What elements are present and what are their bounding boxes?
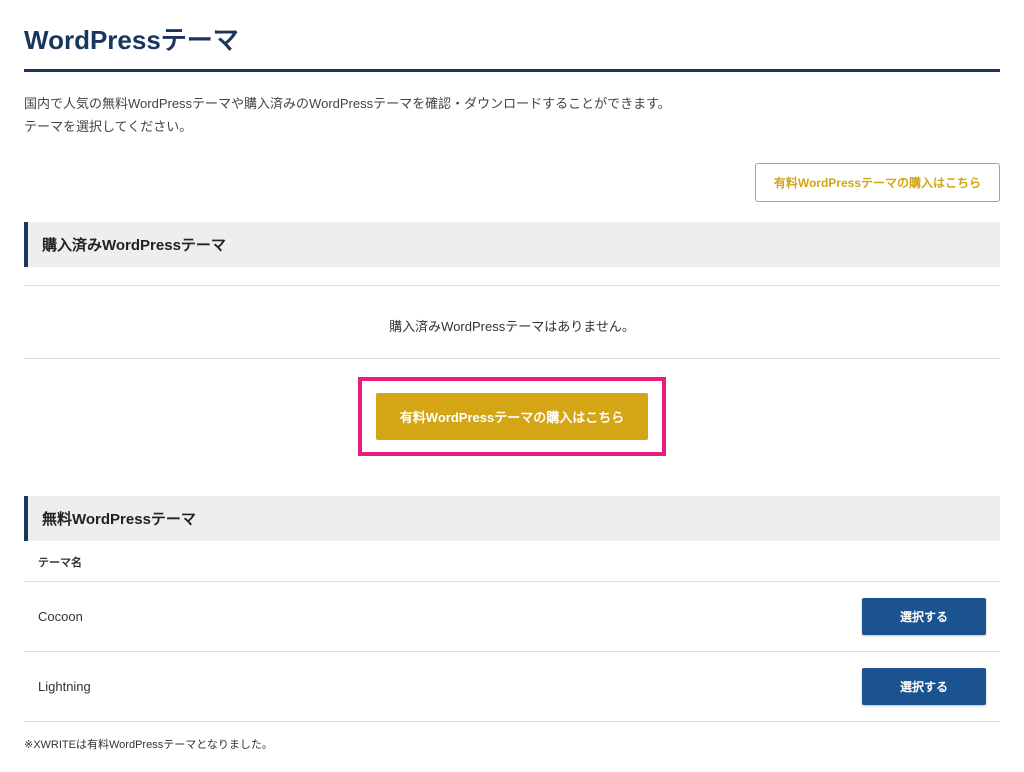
highlight-box: 有料WordPressテーマの購入はこちら [358,377,666,456]
theme-name: Cocoon [38,609,83,624]
column-header-theme-name: テーマ名 [38,557,82,569]
column-header-row: テーマ名 [24,547,1000,581]
page-title: WordPressテーマ [24,20,1000,72]
purchased-themes-section: 購入済みWordPressテーマ 購入済みWordPressテーマはありません。… [24,222,1000,456]
select-theme-button[interactable]: 選択する [862,598,986,635]
purchase-paid-theme-top-button[interactable]: 有料WordPressテーマの購入はこちら [755,163,1000,202]
purchase-paid-theme-main-button[interactable]: 有料WordPressテーマの購入はこちら [376,393,648,440]
top-button-row: 有料WordPressテーマの購入はこちら [24,163,1000,202]
purchased-themes-header: 購入済みWordPressテーマ [24,222,1000,267]
highlight-button-wrap: 有料WordPressテーマの購入はこちら [24,377,1000,456]
footnote: ※XWRITEは有料WordPressテーマとなりました。 [24,736,1000,752]
purchased-empty-wrap: 購入済みWordPressテーマはありません。 [24,304,1000,340]
select-theme-button[interactable]: 選択する [862,668,986,705]
description-line-2: テーマを選択してください。 [24,115,1000,138]
divider [24,285,1000,286]
divider [24,358,1000,359]
page-description: 国内で人気の無料WordPressテーマや購入済みのWordPressテーマを確… [24,92,1000,139]
purchased-empty-message: 購入済みWordPressテーマはありません。 [389,319,635,334]
theme-name: Lightning [38,679,91,694]
table-row: Cocoon 選択する [24,581,1000,651]
free-themes-header: 無料WordPressテーマ [24,496,1000,541]
free-themes-section: 無料WordPressテーマ テーマ名 Cocoon 選択する Lightnin… [24,496,1000,722]
table-row: Lightning 選択する [24,651,1000,722]
description-line-1: 国内で人気の無料WordPressテーマや購入済みのWordPressテーマを確… [24,92,1000,115]
